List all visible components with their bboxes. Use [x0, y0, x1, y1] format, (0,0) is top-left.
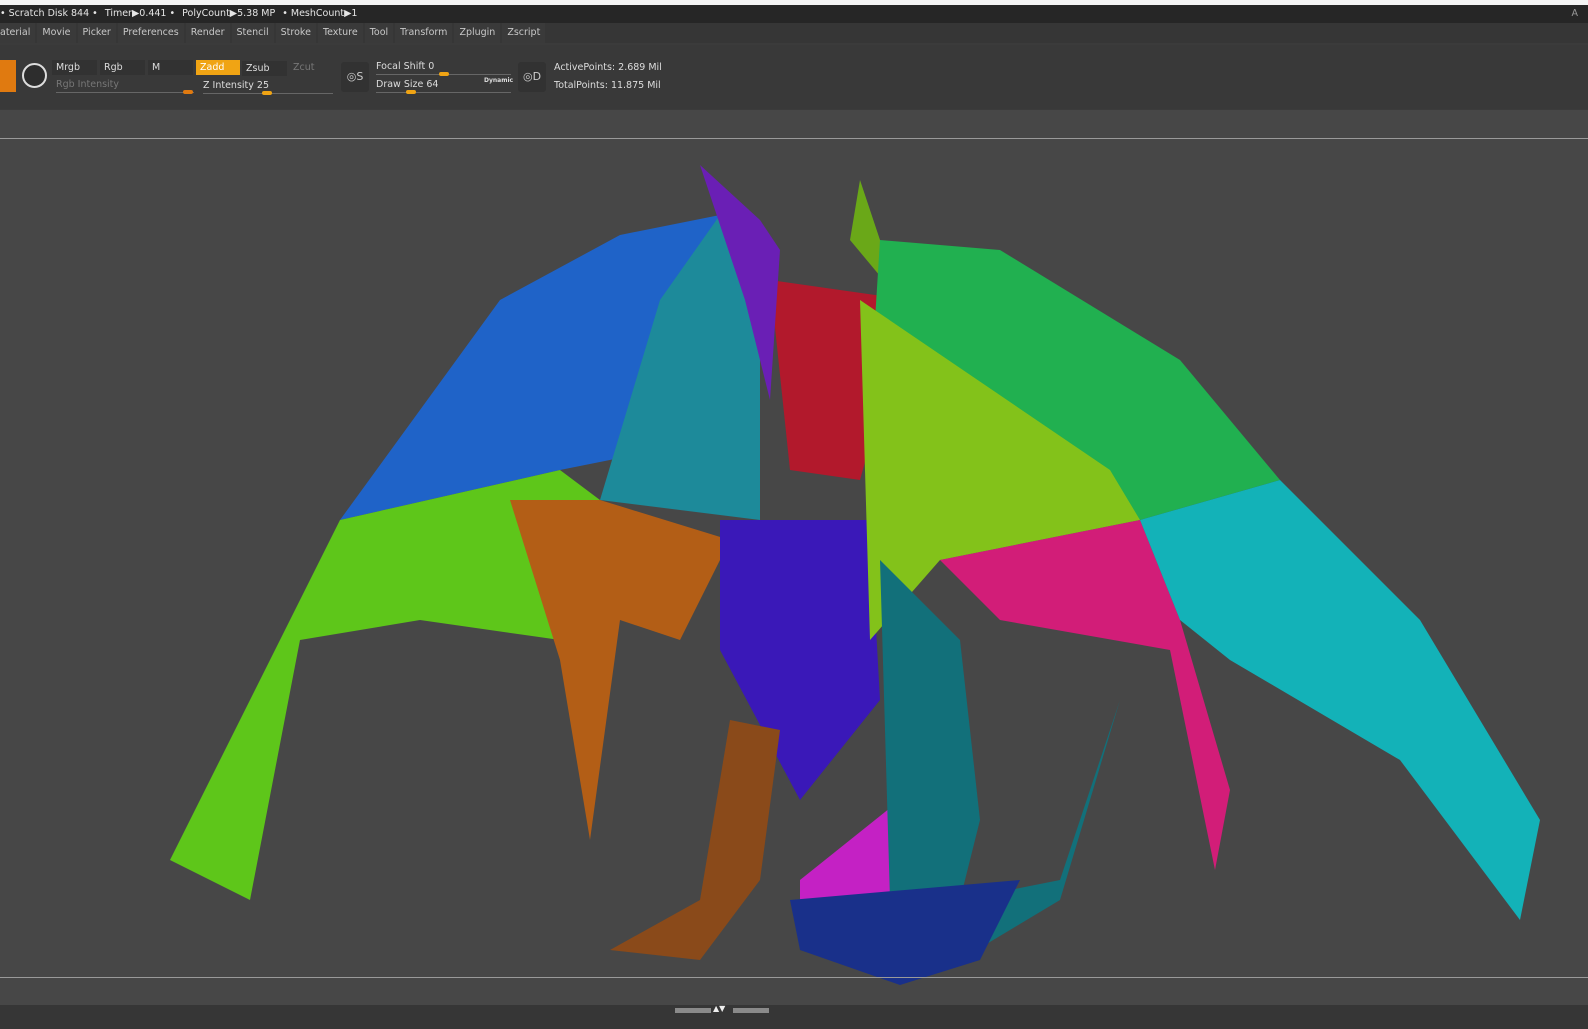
- menu-picker[interactable]: Picker: [77, 23, 116, 43]
- status-right: A: [1571, 8, 1579, 19]
- menu-bar: aterial Movie Picker Preferences Render …: [0, 23, 1588, 43]
- total-points: TotalPoints: 11.875 Mil: [554, 80, 661, 91]
- canvas-bottom-divider: [0, 977, 1588, 978]
- menu-movie[interactable]: Movie: [37, 23, 76, 43]
- status-bar: • Scratch Disk 844 • Timer▶0.441 • PolyC…: [0, 5, 1588, 23]
- timer: Timer▶0.441 •: [104, 8, 176, 19]
- rgb-intensity-label: Rgb Intensity: [56, 79, 120, 90]
- menu-stencil[interactable]: Stencil: [231, 23, 274, 43]
- z-intensity-label: Z Intensity 25: [203, 80, 269, 91]
- draw-size-label: Draw Size 64: [376, 79, 439, 90]
- leg-brown: [610, 720, 780, 960]
- menu-stroke[interactable]: Stroke: [275, 23, 316, 43]
- tool-shelf: [0, 45, 1588, 109]
- zsub-button[interactable]: Zsub: [242, 61, 287, 76]
- meshcount: • MeshCount▶1: [282, 8, 358, 19]
- dragon-model: [170, 165, 1540, 985]
- menu-render[interactable]: Render: [185, 23, 230, 43]
- menu-zscript[interactable]: Zscript: [502, 23, 546, 43]
- focal-shift-knob[interactable]: [439, 72, 449, 76]
- menu-material[interactable]: aterial: [0, 23, 36, 43]
- viewport-canvas[interactable]: [0, 110, 1588, 1005]
- menu-zplugin[interactable]: Zplugin: [454, 23, 501, 43]
- focal-d-icon[interactable]: ◎D: [518, 62, 546, 92]
- bottom-tray: [0, 1005, 1588, 1029]
- dynamic-toggle[interactable]: Dynamic: [484, 77, 513, 84]
- zcut-button[interactable]: Zcut: [289, 60, 334, 75]
- polycount: PolyCount▶5.38 MP: [182, 8, 276, 19]
- material-sphere-icon[interactable]: [22, 63, 47, 88]
- tray-handle-left[interactable]: [675, 1008, 711, 1013]
- focal-s-icon[interactable]: ◎S: [341, 62, 369, 92]
- left-arm-orange: [510, 500, 730, 840]
- tray-toggle-icon[interactable]: ▲▼: [713, 1004, 725, 1013]
- rgb-intensity-slider[interactable]: [56, 92, 194, 93]
- menu-preferences[interactable]: Preferences: [117, 23, 184, 43]
- draw-size-knob[interactable]: [406, 90, 416, 94]
- menu-texture[interactable]: Texture: [317, 23, 363, 43]
- zadd-button[interactable]: Zadd: [196, 60, 240, 75]
- menu-tool[interactable]: Tool: [364, 23, 394, 43]
- tray-handle-right[interactable]: [733, 1008, 769, 1013]
- focal-shift-label: Focal Shift 0: [376, 61, 435, 72]
- canvas-top-divider: [0, 138, 1588, 139]
- rgb-intensity-knob[interactable]: [183, 90, 193, 94]
- s-label: S: [356, 70, 364, 83]
- z-intensity-knob[interactable]: [262, 91, 272, 95]
- scratch-disk: • Scratch Disk 844 •: [0, 8, 98, 19]
- rgb-button[interactable]: Rgb: [100, 60, 145, 75]
- color-swatch[interactable]: [0, 60, 16, 92]
- menu-transform[interactable]: Transform: [395, 23, 453, 43]
- d-label: D: [532, 70, 542, 83]
- active-points: ActivePoints: 2.689 Mil: [554, 62, 662, 73]
- m-button[interactable]: M: [148, 60, 193, 75]
- mrgb-button[interactable]: Mrgb: [52, 60, 97, 75]
- draw-size-slider[interactable]: [376, 92, 511, 93]
